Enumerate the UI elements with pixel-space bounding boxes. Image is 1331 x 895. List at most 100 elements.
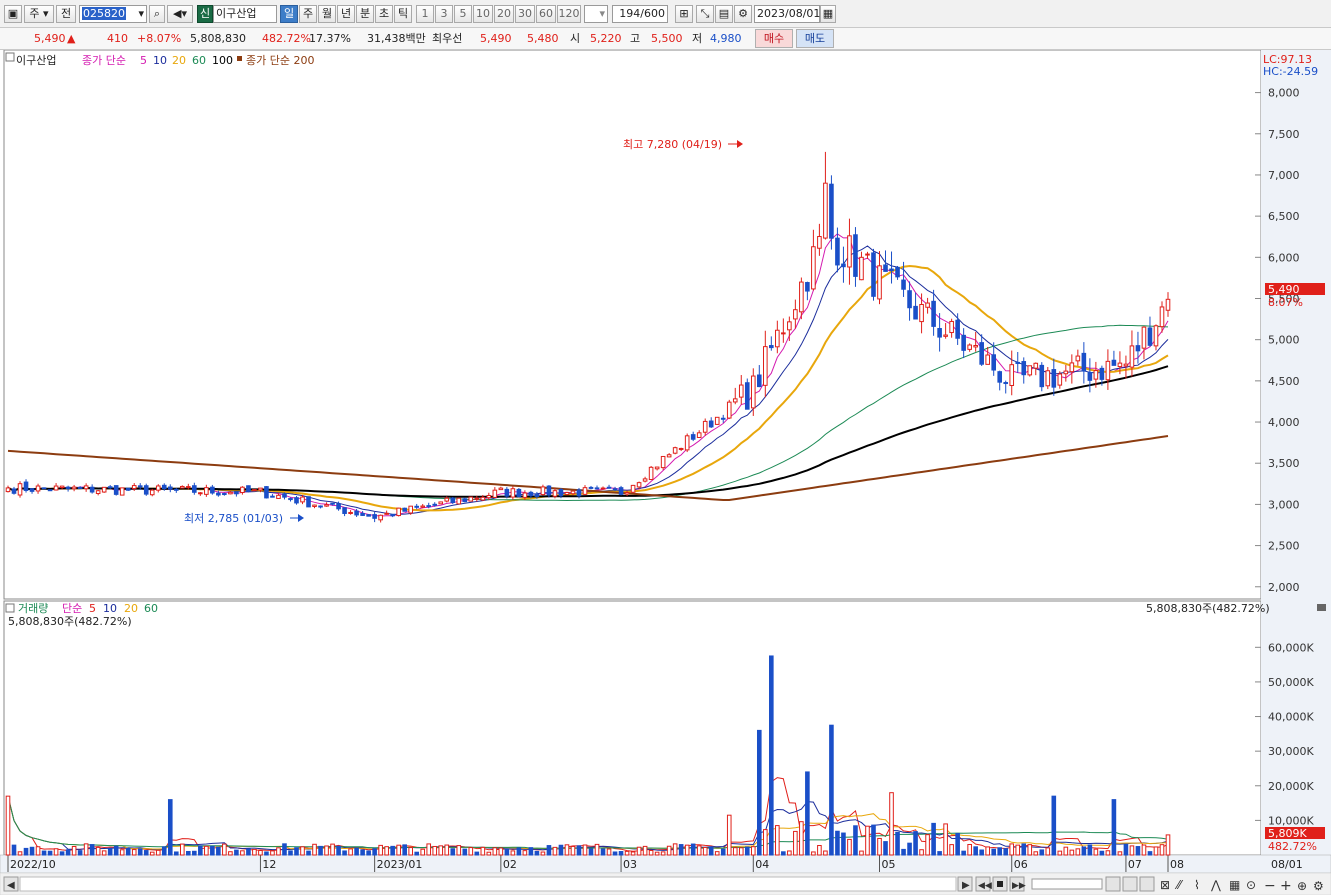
draw-tool-icon[interactable]: ⤡: [696, 5, 714, 23]
date-input[interactable]: 2023/08/01: [754, 5, 820, 23]
candle-body: [835, 237, 840, 266]
count-input[interactable]: 194/600: [612, 5, 668, 23]
candle-body: [570, 490, 576, 495]
period-tab-year[interactable]: 년: [337, 5, 355, 23]
layout-icon[interactable]: [1122, 876, 1138, 892]
chart-area[interactable]: 8,0007,5007,0006,5006,0005,5005,0004,500…: [0, 50, 1331, 895]
candle-body: [588, 486, 594, 489]
volume-bar: [955, 832, 960, 856]
buy-button[interactable]: 매수: [755, 29, 793, 48]
interval-custom-select[interactable]: ▾: [584, 5, 608, 23]
zoom-in-icon[interactable]: +: [1280, 878, 1292, 894]
reference-button[interactable]: 전: [56, 5, 76, 23]
volume-legend-toggle-icon[interactable]: [5, 603, 15, 613]
volume-bar: [1015, 844, 1021, 856]
candle-body: [919, 303, 924, 323]
period-tab-day[interactable]: 일: [280, 5, 298, 23]
sell-button[interactable]: 매도: [796, 29, 834, 48]
volume-bar: [660, 851, 666, 856]
volume-bar: [1021, 843, 1027, 856]
save-icon[interactable]: ▤: [715, 5, 733, 23]
candle-body: [690, 434, 696, 440]
candle-body: [823, 182, 828, 239]
gear-icon[interactable]: ⚙: [734, 5, 752, 23]
candle-body: [750, 375, 756, 409]
volume-bar: [77, 850, 83, 856]
legend-toggle-icon[interactable]: [5, 52, 15, 62]
candle-body: [612, 488, 618, 491]
candle-body: [522, 492, 528, 498]
interval-60[interactable]: 60: [536, 5, 556, 23]
stock-name-field[interactable]: 이구산업: [213, 5, 277, 23]
candle-body: [131, 485, 137, 490]
period-tab-week[interactable]: 주: [299, 5, 317, 23]
period-type-select[interactable]: 주 ▾: [24, 5, 54, 23]
candle-body: [330, 502, 335, 505]
volume-bar: [498, 847, 504, 856]
interval-10[interactable]: 10: [473, 5, 493, 23]
candle-body: [252, 489, 257, 492]
volume-bar: [1039, 849, 1045, 856]
high-price: 5,500: [651, 32, 683, 45]
calendar-icon[interactable]: ▦: [820, 5, 836, 23]
speaker-icon[interactable]: ◀▾: [167, 5, 193, 23]
volume-bar: [414, 851, 420, 856]
interval-5[interactable]: 5: [454, 5, 472, 23]
up-arrow-icon: ▲: [67, 32, 76, 45]
window-icon[interactable]: ▣: [4, 5, 22, 23]
stock-code-value: 025820: [82, 7, 126, 20]
interval-1[interactable]: 1: [416, 5, 434, 23]
zoom-reset-icon[interactable]: ⊕: [1297, 879, 1307, 893]
chevron-down-icon[interactable]: ▾: [138, 6, 144, 22]
interval-30[interactable]: 30: [515, 5, 535, 23]
zoom-slider[interactable]: [1031, 878, 1103, 890]
period-tab-month[interactable]: 월: [318, 5, 336, 23]
volume-bar: [137, 848, 143, 856]
scale-icon[interactable]: ⊠: [1160, 878, 1170, 892]
stock-code-input[interactable]: 025820 ▾: [79, 5, 147, 23]
candle-type-icon[interactable]: ⊞: [675, 5, 693, 23]
volume-bar: [793, 830, 798, 856]
price-tick-label: 5,000: [1268, 334, 1300, 347]
candle-body: [53, 485, 59, 491]
x-tick-label: 07: [1128, 858, 1142, 871]
volume-bar: [997, 847, 1003, 856]
volume-bar: [59, 851, 65, 856]
period-tab-tick[interactable]: 틱: [394, 5, 412, 23]
interval-20[interactable]: 20: [494, 5, 514, 23]
candle-body: [1153, 325, 1159, 347]
volume-bar: [396, 844, 401, 856]
candle-body: [450, 497, 456, 503]
scroll-track[interactable]: [19, 876, 957, 892]
interval-3[interactable]: 3: [435, 5, 453, 23]
volume-panel[interactable]: [3, 600, 1262, 856]
candle-body: [306, 496, 311, 508]
settings-icon[interactable]: ⚙: [1313, 879, 1324, 893]
candle-body: [65, 486, 71, 489]
candle-body: [973, 344, 978, 348]
volume-bar: [1057, 850, 1063, 856]
period-tab-second[interactable]: 초: [375, 5, 393, 23]
volume-bar: [41, 850, 47, 856]
volume-bar: [23, 847, 29, 856]
volume-tick-label: 10,000K: [1268, 814, 1314, 827]
volume-panel-close-icon[interactable]: [1317, 604, 1326, 611]
current-price: 5,490: [34, 32, 66, 45]
candle-body: [354, 510, 359, 516]
x-tick-label: 04: [755, 858, 769, 871]
fit-icon[interactable]: [1139, 876, 1155, 892]
volume-bar: [913, 831, 918, 856]
pattern-icon[interactable]: ⋀: [1210, 878, 1221, 892]
volume-bar: [973, 846, 978, 856]
zoom-out-icon[interactable]: −: [1264, 878, 1276, 894]
candle-body: [246, 485, 251, 492]
interval-120[interactable]: 120: [557, 5, 581, 23]
grid-icon[interactable]: ▦: [1229, 878, 1240, 892]
tile-icon[interactable]: [1105, 876, 1121, 892]
legend-ma200: 종가 단순 200: [246, 54, 314, 67]
reset-icon[interactable]: ⊙: [1246, 878, 1256, 892]
candle-body: [1063, 370, 1069, 375]
period-tab-minute[interactable]: 분: [356, 5, 374, 23]
trend-icon[interactable]: ⌇: [1194, 878, 1200, 892]
search-icon[interactable]: ⌕: [149, 5, 165, 23]
